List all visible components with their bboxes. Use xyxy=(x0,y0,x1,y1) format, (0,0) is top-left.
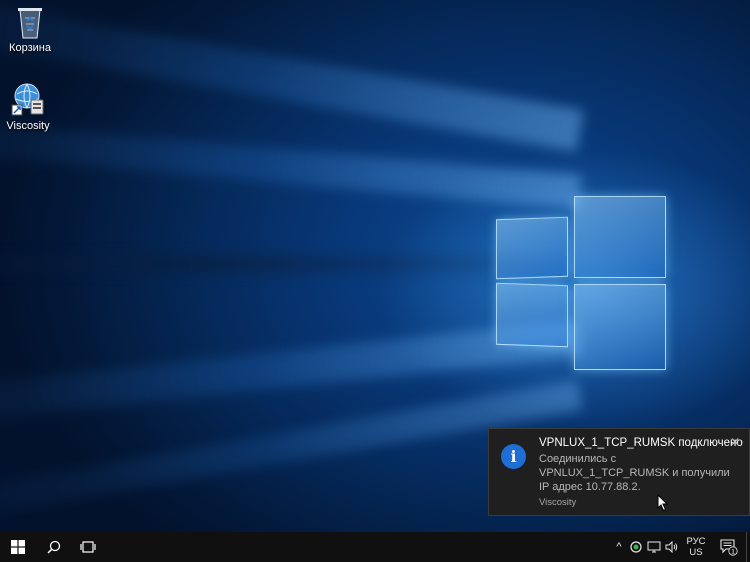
action-center-button[interactable]: 1 xyxy=(716,532,742,562)
action-center-icon: 1 xyxy=(720,539,738,556)
close-icon[interactable]: ✕ xyxy=(728,435,742,449)
task-view-button[interactable] xyxy=(71,532,105,562)
keyboard-layout-label: US xyxy=(689,547,703,558)
recycle-bin-icon xyxy=(13,4,47,39)
start-button[interactable] xyxy=(0,532,36,562)
windows-logo-wallpaper xyxy=(496,196,668,372)
notification-app-name: Viscosity xyxy=(539,497,577,508)
viscosity-icon xyxy=(11,82,45,116)
logo-pane xyxy=(574,196,666,278)
volume-button[interactable] xyxy=(664,532,680,562)
speaker-icon xyxy=(665,541,678,553)
search-button[interactable] xyxy=(37,532,71,562)
show-desktop-button[interactable] xyxy=(746,532,750,562)
desktop-background: Корзина Viscosity i VPNLUX_1_TCP_RUMSK п… xyxy=(0,0,750,532)
logo-pane xyxy=(496,282,568,348)
desktop-icon-viscosity[interactable]: Viscosity xyxy=(0,82,58,132)
taskbar: ^ РУС US 1 xyxy=(0,532,750,562)
light-ray xyxy=(0,255,580,273)
mouse-cursor-icon xyxy=(657,494,669,512)
info-icon: i xyxy=(501,444,526,469)
notification-body: Соединились с VPNLUX_1_TCP_RUMSK и получ… xyxy=(539,453,730,493)
desktop-icon-label: Viscosity xyxy=(6,120,50,132)
logo-pane xyxy=(574,284,666,370)
logo-pane xyxy=(496,216,568,280)
task-view-icon xyxy=(80,541,96,553)
system-tray: ^ РУС US 1 xyxy=(600,532,750,562)
windows-logo-icon xyxy=(11,540,25,554)
search-icon xyxy=(47,540,61,554)
light-ray xyxy=(0,0,584,152)
tray-viscosity-icon[interactable] xyxy=(628,532,644,562)
desktop-icon-label: Корзина xyxy=(9,42,51,54)
network-button[interactable] xyxy=(646,532,662,562)
desktop-icon-recycle-bin[interactable]: Корзина xyxy=(0,4,60,54)
chevron-up-icon: ^ xyxy=(616,541,622,553)
language-label: РУС xyxy=(686,536,706,547)
notification-count: 1 xyxy=(731,548,735,555)
network-icon xyxy=(647,541,661,553)
notification-title: VPNLUX_1_TCP_RUMSK подключено xyxy=(539,437,743,449)
show-hidden-icons-button[interactable]: ^ xyxy=(612,532,626,562)
input-language-button[interactable]: РУС US xyxy=(682,532,710,562)
notification-toast[interactable]: i VPNLUX_1_TCP_RUMSK подключено Соединил… xyxy=(488,428,750,516)
viscosity-tray-icon xyxy=(630,541,642,553)
